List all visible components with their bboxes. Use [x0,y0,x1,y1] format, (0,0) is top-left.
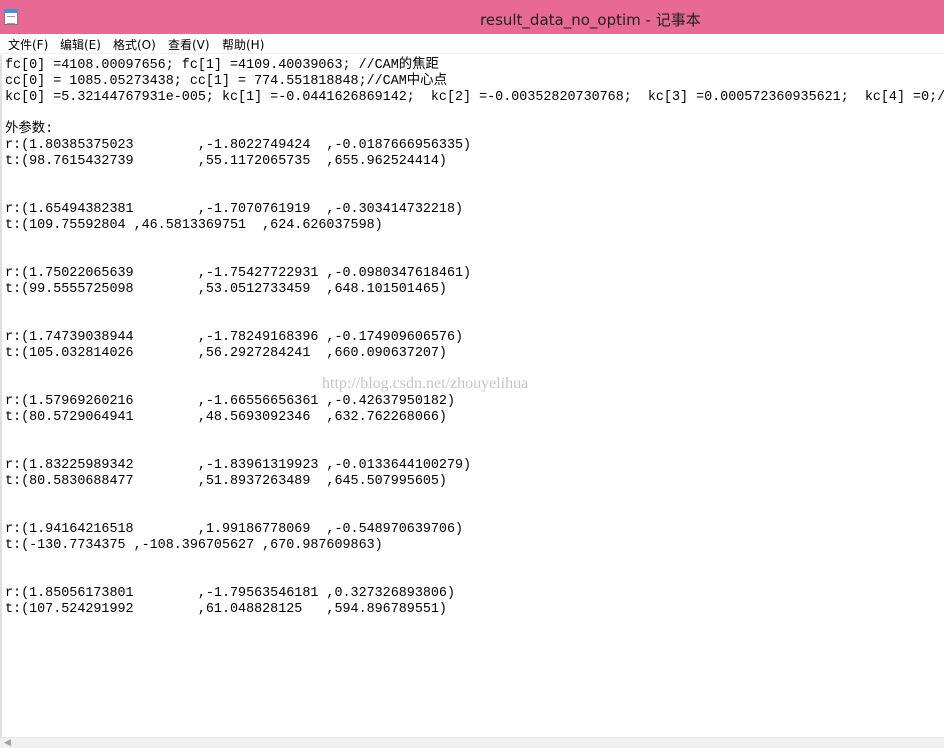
menu-format[interactable]: 格式(O) [113,36,156,53]
title-bar[interactable]: result_data_no_optim - 记事本 [0,0,944,34]
document-text[interactable]: fc[0] =4108.00097656; fc[1] =4109.400390… [2,55,944,618]
horizontal-scrollbar[interactable]: ◀ [0,737,944,748]
menu-file[interactable]: 文件(F) [8,36,48,53]
scroll-left-arrow-icon[interactable]: ◀ [4,738,11,748]
menu-help[interactable]: 帮助(H) [222,36,264,53]
text-editor-area[interactable]: fc[0] =4108.00097656; fc[1] =4109.400390… [0,55,944,737]
window-title: result_data_no_optim - 记事本 [480,11,701,29]
menu-edit[interactable]: 编辑(E) [60,36,101,53]
menu-bar: 文件(F) 编辑(E) 格式(O) 查看(V) 帮助(H) [0,34,944,54]
menu-view[interactable]: 查看(V) [168,36,210,53]
